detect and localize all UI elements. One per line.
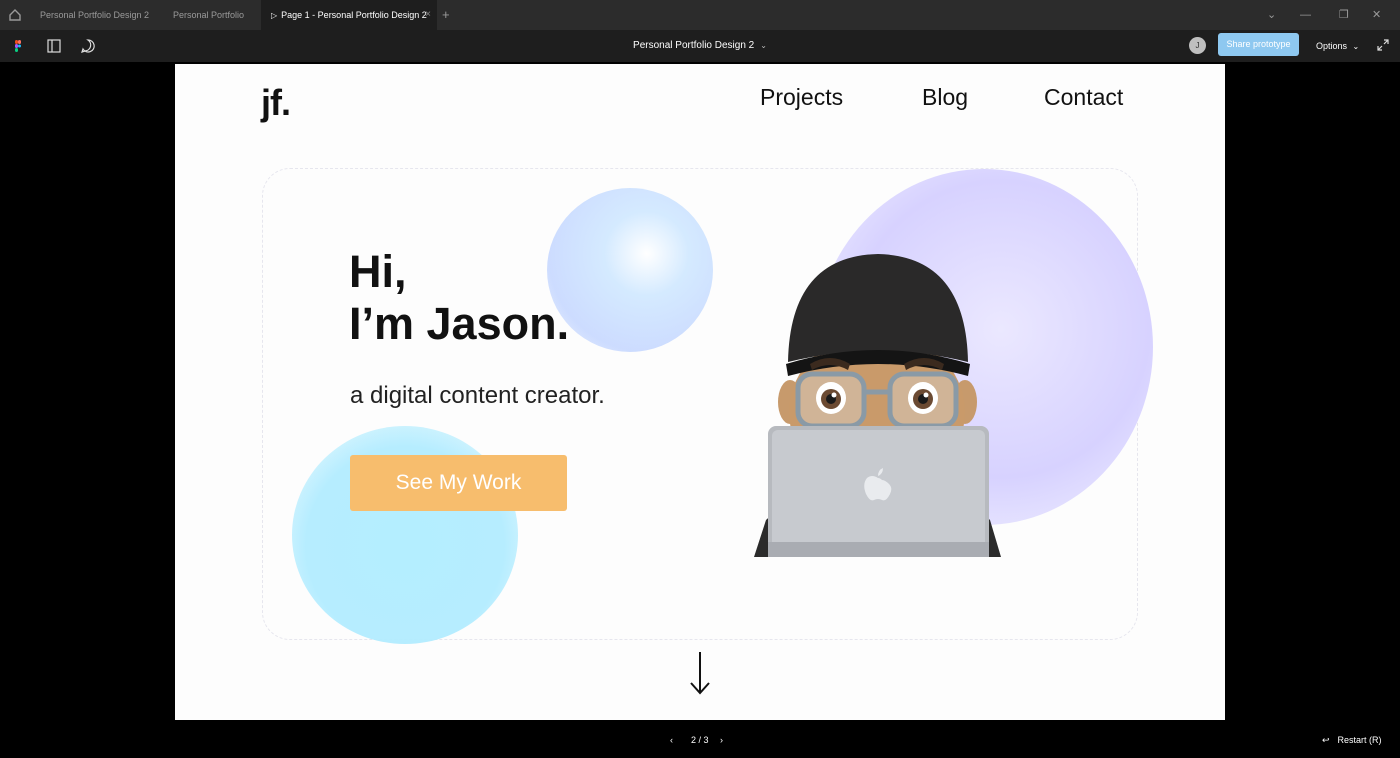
tab-label: Personal Portfolio [173,10,245,20]
tab-personal-portfolio-design-2[interactable]: Personal Portfolio Design 2 [30,0,160,30]
avatar[interactable]: J [1189,37,1206,54]
previous-page-icon[interactable]: ‹ [670,732,673,748]
hero-heading-line1: Hi, [349,246,407,297]
nav-blog[interactable]: Blog [922,84,968,111]
play-icon: ▷ [271,11,278,20]
tab-page-1[interactable]: ▷ Page 1 - Personal Portfolio Design 2 × [261,0,437,30]
see-my-work-button[interactable]: See My Work [350,455,567,511]
tab-bar: Personal Portfolio Design 2 Personal Por… [0,0,1400,30]
restart-button[interactable]: ↩ Restart (R) [1322,732,1382,748]
next-page-icon[interactable]: › [720,732,723,748]
down-arrow-icon[interactable] [687,650,713,696]
tab-label: Personal Portfolio Design 2 [40,10,150,20]
tab-label: Page 1 - Personal Portfolio Design 2 [281,10,427,20]
restart-icon: ↩ [1322,735,1330,745]
minimize-icon[interactable]: — [1300,0,1311,30]
options-menu[interactable]: Options ⌄ [1316,30,1359,63]
close-window-icon[interactable]: ✕ [1372,0,1381,30]
new-tab-icon[interactable]: + [442,0,450,30]
restart-label: Restart (R) [1337,735,1382,745]
prototype-toolbar: Personal Portfolio Design 2 ⌄ J Share pro… [0,30,1400,62]
chevron-down-icon: ⌄ [1352,42,1360,51]
home-icon[interactable] [8,8,22,22]
options-label: Options [1316,41,1348,51]
nav-contact[interactable]: Contact [1044,84,1123,111]
hero-subtitle: a digital content creator. [350,382,605,409]
prototype-frame: jf. Projects Blog Contact Hi, I’m Jason.… [175,64,1225,720]
share-prototype-button[interactable]: Share prototype [1218,33,1299,56]
maximize-icon[interactable]: ❐ [1339,0,1349,30]
close-tab-icon[interactable]: × [425,0,431,30]
decorative-blob-blue [547,188,713,352]
expand-icon[interactable] [1376,38,1390,52]
memoji-avatar-image [754,254,1001,557]
file-title-text: Personal Portfolio Design 2 [633,40,755,51]
hero-heading-line2: I’m Jason. [349,298,570,349]
site-logo[interactable]: jf. [261,82,291,124]
hero-heading: Hi, I’m Jason. [349,246,569,350]
tab-personal-portfolio[interactable]: Personal Portfolio [163,0,258,30]
nav-projects[interactable]: Projects [760,84,843,111]
chevron-down-icon: ⌄ [760,41,767,50]
page-indicator: 2 / 3 [691,735,709,745]
chevron-down-icon[interactable]: ⌄ [1267,0,1276,30]
